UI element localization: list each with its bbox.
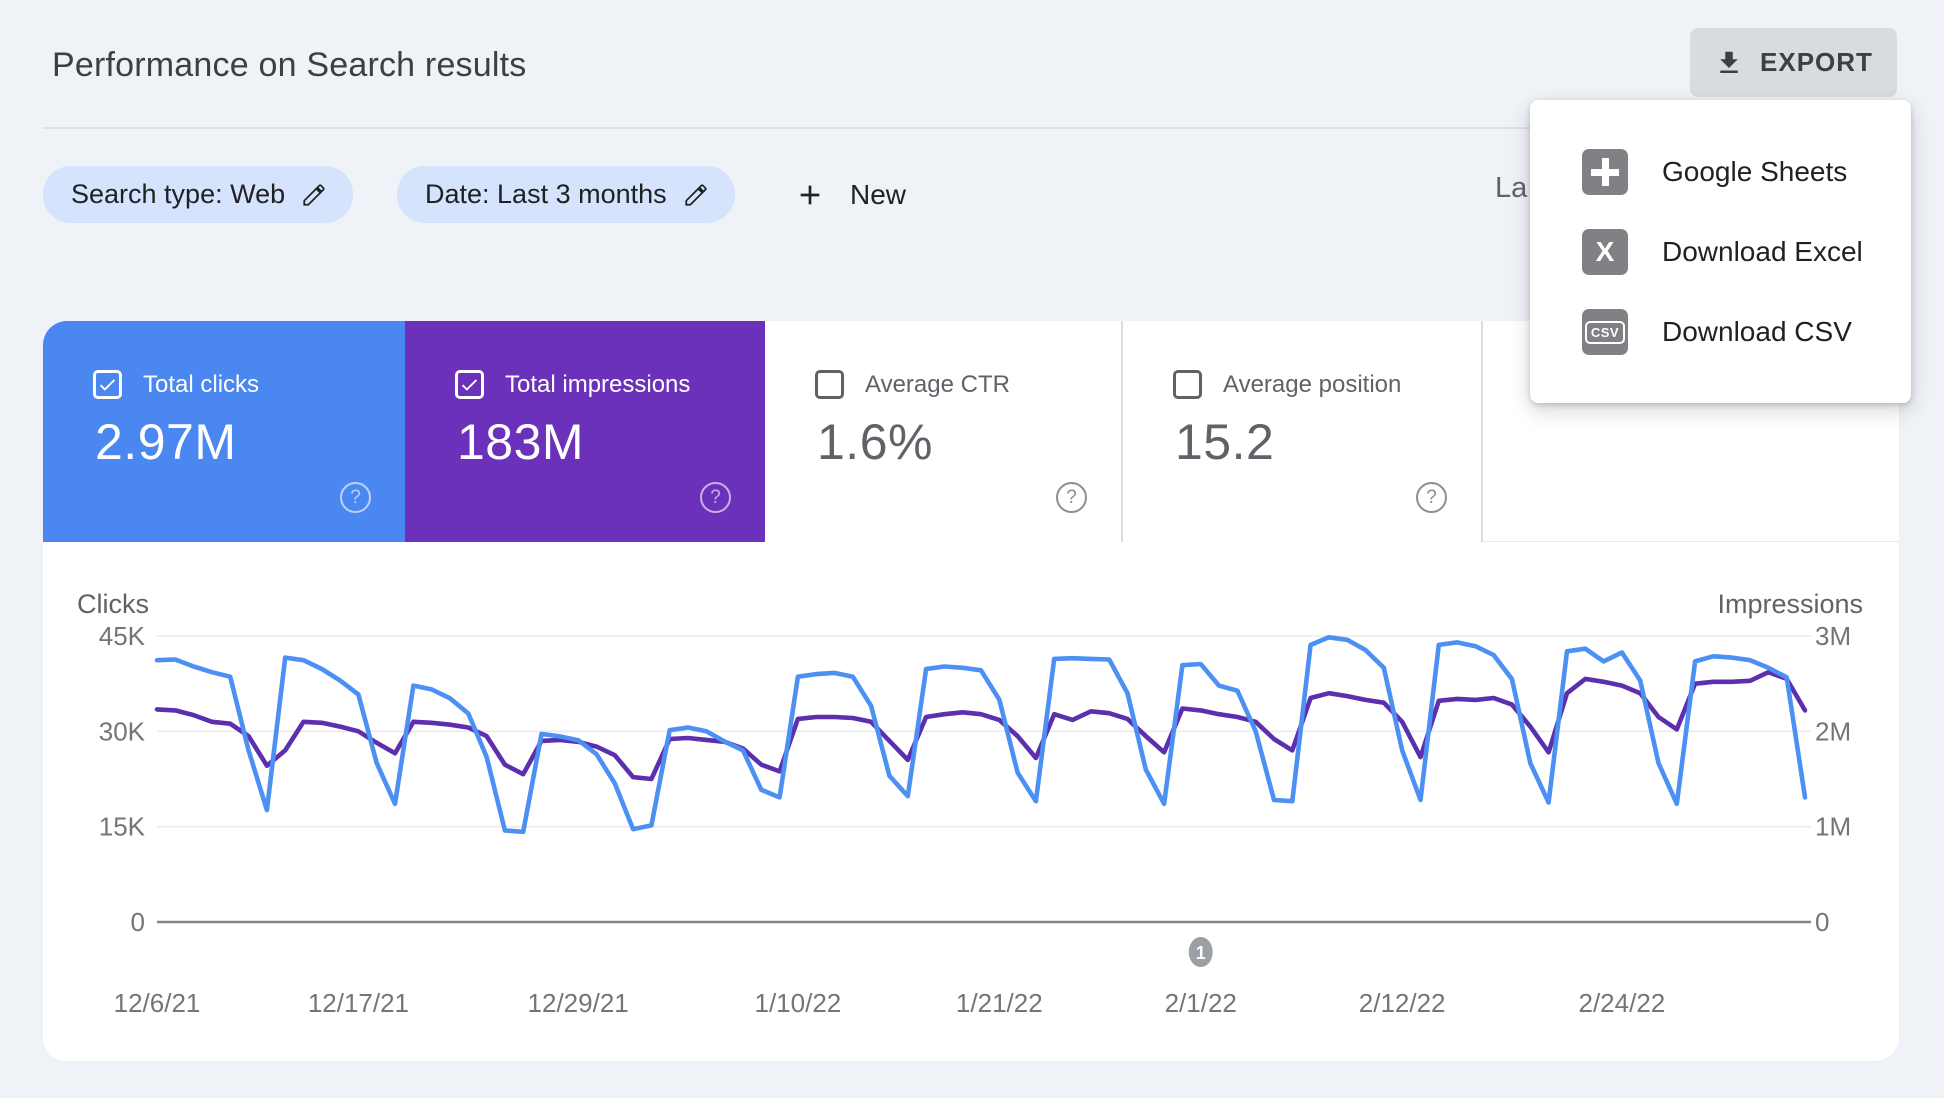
right-axis-tick-label: 3M xyxy=(1815,621,1851,651)
edit-pencil-icon[interactable] xyxy=(301,182,327,208)
metric-value: 183M xyxy=(457,414,585,470)
date-range-chip[interactable]: Date: Last 3 months xyxy=(397,166,735,223)
date-range-chip-label: Date: Last 3 months xyxy=(425,179,667,209)
new-filter-button[interactable]: New xyxy=(794,166,906,223)
performance-panel: 45K 3M 30K 2M 15K 1M 0 0 Clicks Impressions 12/6/2… xyxy=(43,321,1899,1061)
x-axis-date-label: 12/17/21 xyxy=(308,988,409,1018)
metric-label: Average position xyxy=(1223,370,1402,398)
x-axis-date-label: 1/10/22 xyxy=(755,988,842,1018)
checkbox-checked-icon[interactable] xyxy=(93,370,122,399)
x-axis-date-label: 2/12/22 xyxy=(1359,988,1446,1018)
search-type-chip[interactable]: Search type: Web xyxy=(43,166,354,223)
x-axis-date-label: 12/6/21 xyxy=(114,988,201,1018)
metric-value: 1.6% xyxy=(817,414,933,470)
clicks-line xyxy=(154,634,1808,835)
google-sheets-icon xyxy=(1582,149,1628,195)
left-axis-tick-label: 30K xyxy=(99,716,146,746)
right-axis-tick-label: 0 xyxy=(1815,907,1829,937)
left-axis-tick-label: 0 xyxy=(131,907,145,937)
left-axis-title: Clicks xyxy=(77,589,149,619)
export-button-label: EXPORT xyxy=(1760,47,1873,77)
search-type-chip-label: Search type: Web xyxy=(71,179,286,209)
download-icon xyxy=(1720,51,1738,73)
x-axis-date-label: 2/1/22 xyxy=(1165,988,1237,1018)
annotation-marker-label: 1 xyxy=(1196,943,1206,963)
last-updated-clipped-text: La xyxy=(1495,172,1528,204)
metric-card-average-ctr[interactable]: Average CTR 1.6% ? xyxy=(765,321,1123,542)
menu-item-download-csv[interactable]: CSV Download CSV xyxy=(1530,292,1911,372)
metric-card-total-impressions[interactable]: Total impressions 183M ? xyxy=(405,321,765,542)
metric-card-total-clicks[interactable]: Total clicks 2.97M ? xyxy=(43,321,405,542)
menu-item-label: Download Excel xyxy=(1662,236,1863,267)
right-axis-tick-label: 2M xyxy=(1815,716,1851,746)
metric-value: 15.2 xyxy=(1175,414,1275,470)
right-axis-title: Impressions xyxy=(1717,589,1863,619)
menu-item-label: Google Sheets xyxy=(1662,156,1848,187)
help-icon[interactable]: ? xyxy=(1416,482,1447,513)
help-icon[interactable]: ? xyxy=(700,482,731,513)
metric-label: Average CTR xyxy=(865,370,1010,398)
menu-item-label: Download CSV xyxy=(1662,316,1852,347)
metric-label: Total clicks xyxy=(143,370,260,398)
menu-item-download-excel[interactable]: X Download Excel xyxy=(1530,212,1911,292)
right-axis-tick-label: 1M xyxy=(1815,812,1851,842)
metric-label: Total impressions xyxy=(505,370,691,398)
edit-pencil-icon[interactable] xyxy=(683,182,709,208)
x-axis-date-label: 12/29/21 xyxy=(528,988,629,1018)
menu-item-google-sheets[interactable]: Google Sheets xyxy=(1530,132,1911,212)
metric-card-average-position[interactable]: Average position 15.2 ? xyxy=(1123,321,1483,542)
x-axis-date-label: 2/24/22 xyxy=(1579,988,1666,1018)
export-menu: Google Sheets X Download Excel CSV Downl… xyxy=(1530,100,1911,403)
checkbox-unchecked-icon[interactable] xyxy=(815,370,844,399)
csv-icon: CSV xyxy=(1582,309,1628,355)
page-title: Performance on Search results xyxy=(52,46,527,84)
checkbox-checked-icon[interactable] xyxy=(455,370,484,399)
search-console-performance-screen: Performance on Search results EXPORT Sea… xyxy=(0,0,1944,1098)
checkbox-unchecked-icon[interactable] xyxy=(1173,370,1202,399)
help-icon[interactable]: ? xyxy=(1056,482,1087,513)
left-axis-tick-label: 45K xyxy=(99,621,146,651)
x-axis-date-label: 1/21/22 xyxy=(956,988,1043,1018)
new-filter-label: New xyxy=(850,178,907,210)
metric-value: 2.97M xyxy=(95,414,237,470)
excel-icon: X xyxy=(1582,229,1628,275)
left-axis-tick-label: 15K xyxy=(99,812,146,842)
help-icon[interactable]: ? xyxy=(340,482,371,513)
plus-icon xyxy=(800,185,820,204)
export-button[interactable]: EXPORT xyxy=(1690,28,1897,97)
